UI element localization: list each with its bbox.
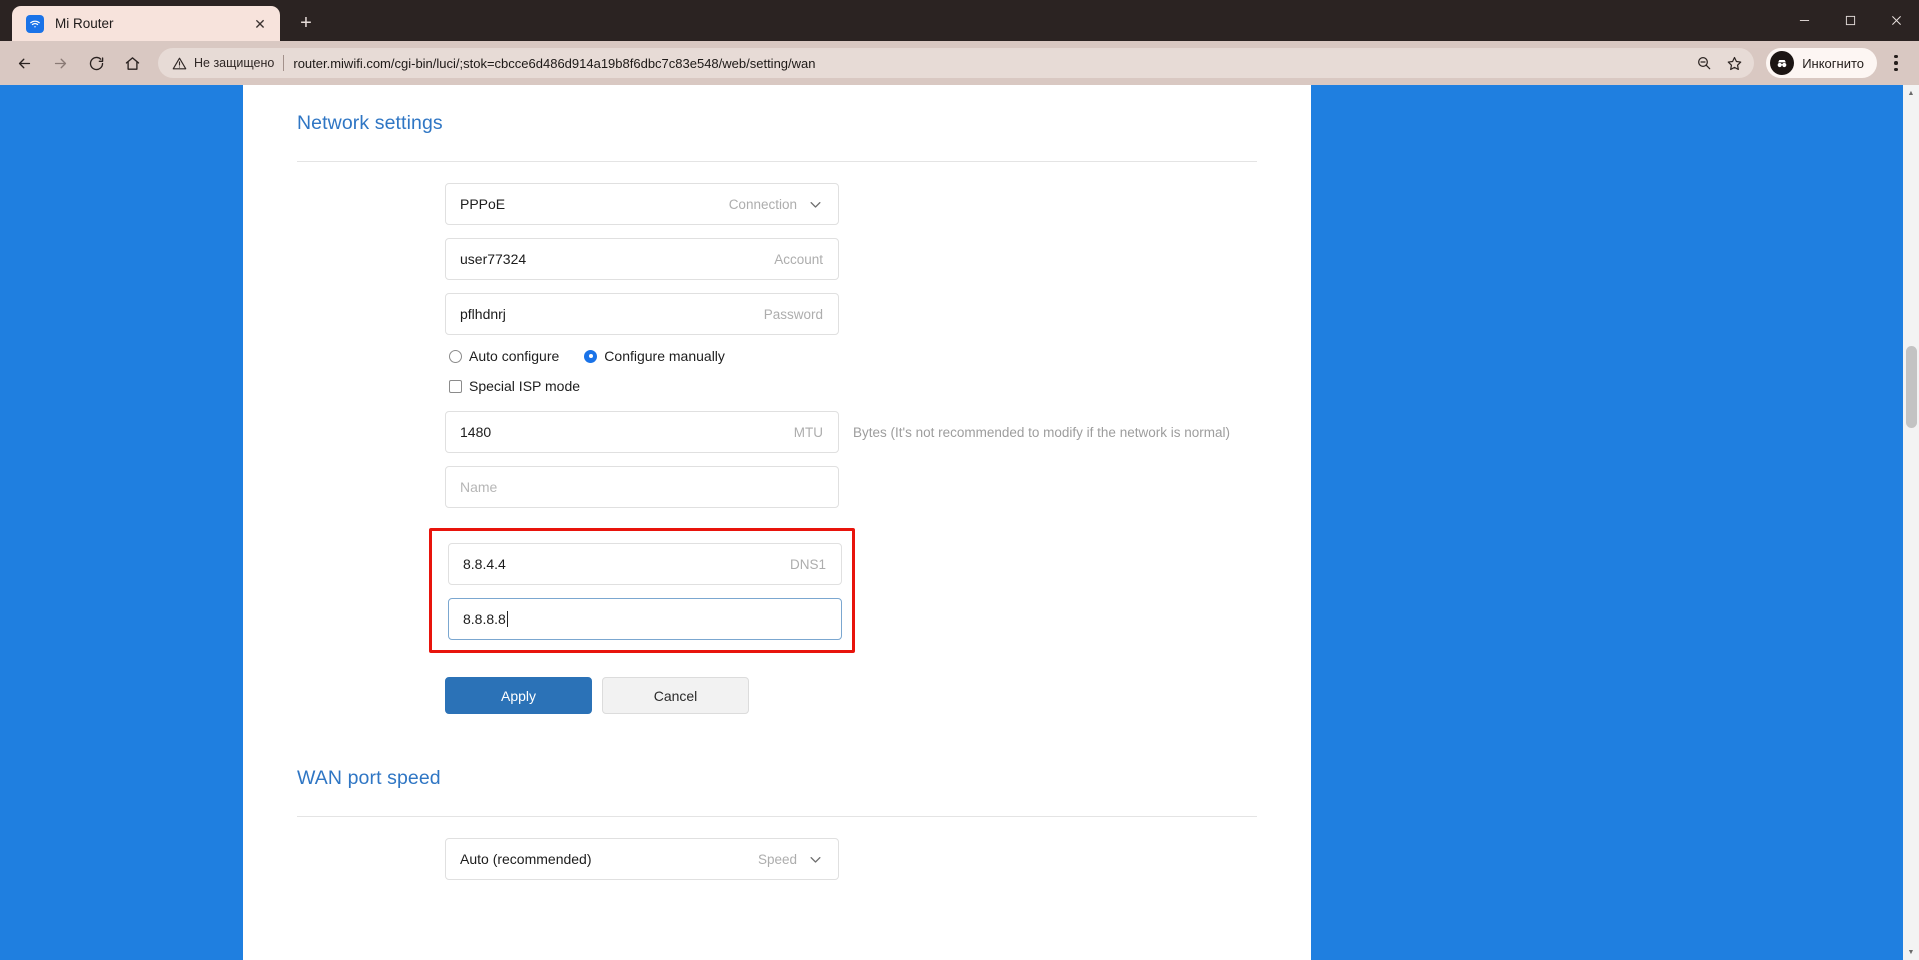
- checkbox-indicator: [449, 379, 462, 393]
- window-controls: [1781, 0, 1919, 41]
- mtu-row: 1480 MTU Bytes (It's not recommended to …: [445, 411, 1311, 466]
- dns1-field[interactable]: 8.8.4.4 DNS1: [448, 543, 842, 585]
- wifi-icon: [26, 14, 44, 33]
- dns2-field[interactable]: 8.8.8.8: [448, 598, 842, 640]
- tab-title: Mi Router: [55, 16, 114, 31]
- special-isp-mode-checkbox[interactable]: Special ISP mode: [449, 378, 1311, 394]
- window-close-button[interactable]: [1873, 0, 1919, 41]
- name-field[interactable]: Name: [445, 466, 839, 508]
- password-field[interactable]: pflhdnrj Password: [445, 293, 839, 335]
- home-icon[interactable]: [116, 47, 148, 79]
- cancel-button[interactable]: Cancel: [602, 677, 749, 714]
- omnibox-divider: [283, 55, 285, 71]
- password-value: pflhdnrj: [460, 306, 506, 322]
- wan-speed-value: Auto (recommended): [460, 851, 592, 867]
- security-status-text: Не защищено: [194, 56, 275, 70]
- tab-strip: Mi Router ✕ +: [0, 0, 1919, 41]
- incognito-icon: [1770, 51, 1795, 75]
- radio-configure-manually[interactable]: Configure manually: [584, 348, 725, 364]
- browser-toolbar: Не защищено router.miwifi.com/cgi-bin/lu…: [0, 41, 1919, 85]
- address-bar[interactable]: Не защищено router.miwifi.com/cgi-bin/lu…: [158, 48, 1755, 78]
- text-cursor: [506, 611, 508, 627]
- configure-mode-radio-group: Auto configure Configure manually: [449, 348, 1311, 364]
- special-isp-mode-label: Special ISP mode: [469, 378, 581, 394]
- connection-field[interactable]: PPPoE Connection: [445, 183, 839, 225]
- back-icon[interactable]: [8, 47, 40, 79]
- wan-port-speed-form: Auto (recommended) Speed: [297, 817, 1311, 880]
- wan-speed-field[interactable]: Auto (recommended) Speed: [445, 838, 839, 880]
- connection-label: Connection: [728, 196, 797, 212]
- account-label: Account: [774, 251, 823, 267]
- wan-port-speed-title: WAN port speed: [297, 767, 441, 789]
- radio-auto-configure[interactable]: Auto configure: [449, 348, 559, 364]
- radio-configure-manually-indicator: [584, 349, 598, 363]
- browser-tab[interactable]: Mi Router ✕: [12, 6, 280, 41]
- chevron-down-icon[interactable]: [808, 852, 823, 867]
- account-field[interactable]: user77324 Account: [445, 238, 839, 280]
- dns-highlight-annotation: 8.8.4.4 DNS1 8.8.8.8: [429, 528, 855, 653]
- url-text: router.miwifi.com/cgi-bin/luci/;stok=cbc…: [293, 55, 816, 71]
- close-icon[interactable]: ✕: [250, 14, 270, 34]
- mtu-field[interactable]: 1480 MTU: [445, 411, 839, 453]
- mtu-hint-text: Bytes (It's not recommended to modify if…: [853, 424, 1230, 440]
- forward-icon[interactable]: [44, 47, 76, 79]
- incognito-label: Инкогнито: [1802, 55, 1864, 71]
- radio-auto-configure-indicator: [449, 349, 462, 363]
- radio-configure-manually-label: Configure manually: [604, 348, 725, 364]
- connection-value: PPPoE: [460, 196, 506, 212]
- mtu-label: MTU: [793, 424, 823, 440]
- name-placeholder: Name: [460, 479, 498, 495]
- account-value: user77324: [460, 251, 527, 267]
- three-dots-icon[interactable]: [1881, 48, 1911, 78]
- radio-auto-configure-label: Auto configure: [469, 348, 560, 364]
- network-settings-form: PPPoE Connection user77324 Account pflhd…: [297, 162, 1311, 714]
- form-actions: Apply Cancel: [445, 677, 1311, 714]
- page-scrollbar[interactable]: ▲ ▼: [1903, 85, 1919, 960]
- maximize-button[interactable]: [1827, 0, 1873, 41]
- chevron-down-icon[interactable]: [808, 197, 823, 212]
- omnibox-actions: [1690, 49, 1748, 77]
- new-tab-button[interactable]: +: [291, 8, 321, 38]
- scroll-up-icon[interactable]: ▲: [1903, 85, 1919, 101]
- search-minus-icon[interactable]: [1690, 49, 1718, 77]
- dns1-value: 8.8.4.4: [463, 556, 506, 572]
- dns1-label: DNS1: [789, 556, 826, 572]
- star-icon[interactable]: [1720, 49, 1748, 77]
- scrollbar-thumb[interactable]: [1905, 346, 1917, 428]
- reload-icon[interactable]: [80, 47, 112, 79]
- router-page: Network settings PPPoE Connection user77…: [243, 85, 1311, 960]
- dns2-text: 8.8.8.8: [463, 611, 506, 627]
- apply-button[interactable]: Apply: [445, 677, 592, 714]
- not-secure-warning-icon: [172, 56, 187, 71]
- password-label: Password: [763, 306, 823, 322]
- wan-speed-label: Speed: [757, 851, 797, 867]
- mtu-value: 1480: [460, 424, 492, 440]
- incognito-indicator[interactable]: Инкогнито: [1766, 48, 1877, 78]
- scrollbar-track[interactable]: [1903, 101, 1919, 944]
- dns2-value: 8.8.8.8: [463, 611, 826, 627]
- page-title: Network settings: [297, 112, 443, 134]
- minimize-button[interactable]: [1781, 0, 1827, 41]
- page-viewport: Network settings PPPoE Connection user77…: [0, 85, 1919, 960]
- browser-window: Mi Router ✕ + Не защищено router.miwifi.…: [0, 0, 1919, 960]
- scroll-down-icon[interactable]: ▼: [1903, 944, 1919, 960]
